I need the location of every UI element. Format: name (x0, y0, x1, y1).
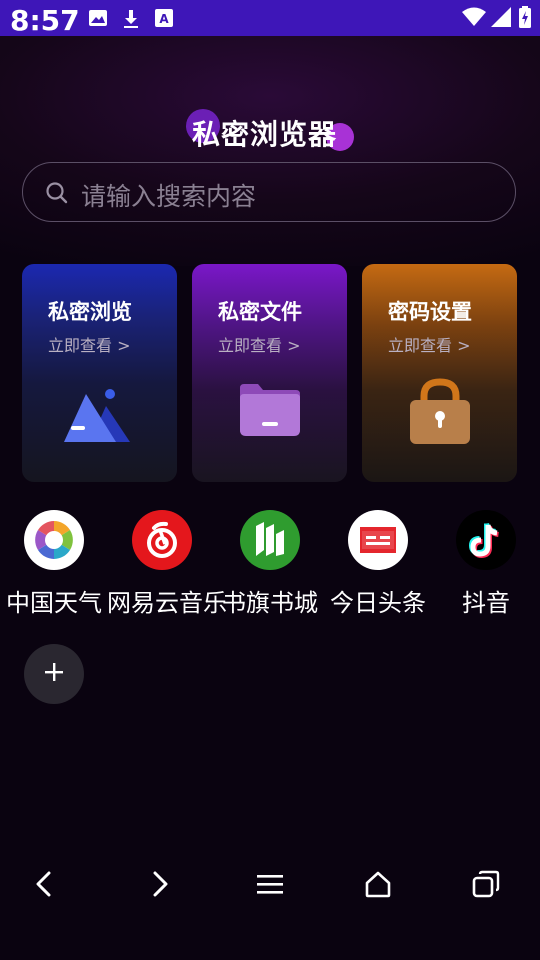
card-view-link[interactable]: 立即查看 > (48, 332, 131, 356)
svg-text:A: A (159, 12, 169, 26)
add-shortcut-button[interactable] (24, 644, 84, 704)
card-view-link[interactable]: 立即查看 > (218, 332, 301, 356)
search-icon (45, 181, 69, 209)
forward-icon (148, 870, 172, 902)
password-settings-card[interactable]: 密码设置 立即查看 > (362, 264, 517, 482)
netease-music-icon (132, 510, 192, 570)
plus-icon (43, 661, 65, 687)
shortcut-label: 书旗书城 (222, 589, 318, 617)
shortcut-douyin[interactable]: 抖音 (441, 510, 531, 620)
padlock-icon (400, 372, 480, 451)
font-icon: A (155, 9, 173, 31)
menu-icon (256, 872, 284, 900)
menu-button[interactable] (240, 860, 300, 912)
weather-pinwheel-icon (24, 510, 84, 570)
shortcut-weather[interactable]: 中国天气 (6, 510, 102, 620)
app-title-text: 私密浏览器 (192, 118, 338, 151)
tabs-button[interactable] (456, 860, 516, 912)
private-browsing-card[interactable]: 私密浏览 立即查看 > (22, 264, 177, 482)
card-title: 私密文件 (218, 300, 302, 324)
douyin-icon (456, 510, 516, 570)
download-icon (121, 9, 141, 33)
home-icon (363, 869, 393, 903)
back-button[interactable] (14, 860, 74, 912)
shortcut-netease-music[interactable]: 网易云音乐 (107, 510, 227, 620)
status-bar: 8:57 A (0, 0, 540, 37)
shortcut-label: 中国天气 (6, 589, 102, 617)
private-files-card[interactable]: 私密文件 立即查看 > (192, 264, 347, 482)
shortcut-label: 网易云音乐 (107, 589, 227, 617)
wifi-icon (462, 7, 486, 31)
shortcut-label: 抖音 (462, 589, 510, 617)
shortcut-toutiao[interactable]: 今日头条 (330, 510, 426, 620)
tabs-icon (471, 869, 501, 903)
bookstore-icon (240, 510, 300, 570)
shortcut-label: 今日头条 (330, 589, 426, 617)
status-time: 8:57 (10, 4, 80, 37)
bottom-navigation (0, 860, 540, 912)
search-bar[interactable]: 请输入搜索内容 (22, 162, 516, 222)
card-view-link[interactable]: 立即查看 > (388, 332, 471, 356)
shortcut-row: 中国天气 网易云音乐 书旗书城 今日头条 抖音 (0, 510, 540, 620)
battery-charging-icon (519, 6, 531, 32)
back-icon (32, 870, 56, 902)
app-title: 私密浏览器 (180, 105, 370, 153)
mountain-image-icon (60, 372, 140, 446)
home-button[interactable] (348, 860, 408, 912)
folder-icon (230, 372, 310, 446)
photo-icon (88, 9, 108, 31)
card-title: 私密浏览 (48, 300, 132, 324)
toutiao-icon (348, 510, 408, 570)
forward-button[interactable] (130, 860, 190, 912)
card-title: 密码设置 (388, 300, 472, 324)
signal-icon (491, 7, 511, 31)
search-placeholder: 请输入搜索内容 (81, 182, 257, 211)
shortcut-bookstore[interactable]: 书旗书城 (222, 510, 318, 620)
